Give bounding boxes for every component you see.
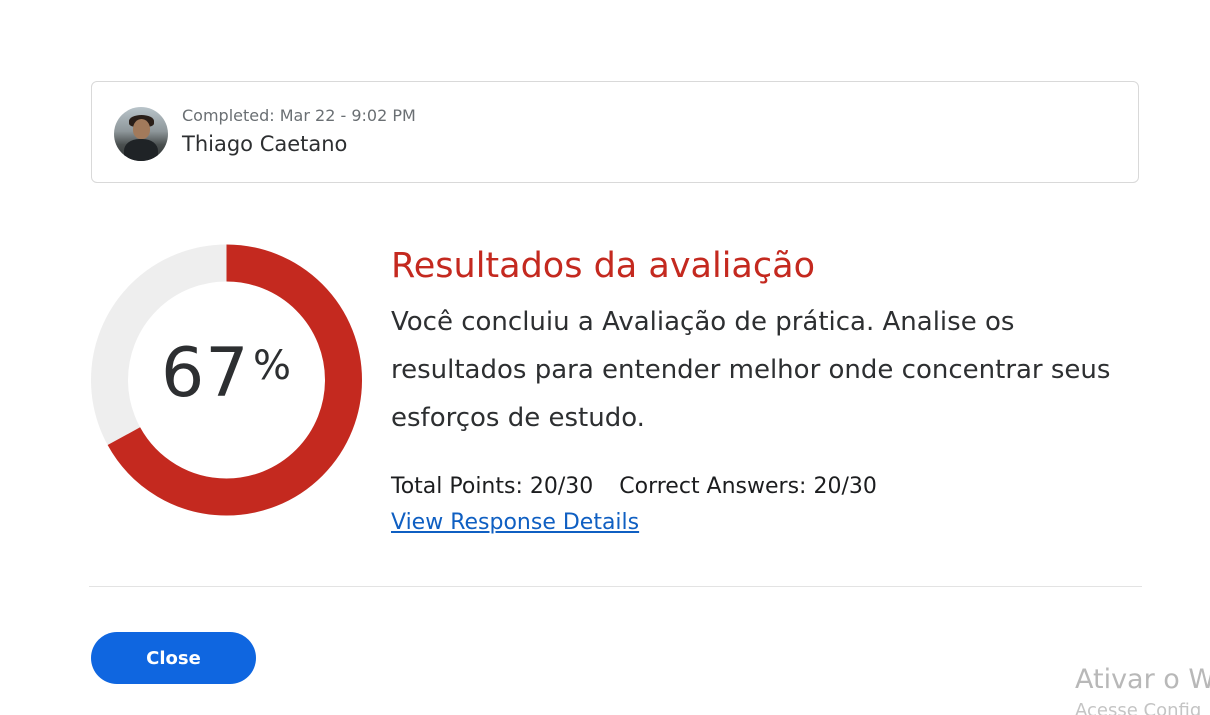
avatar-face	[133, 119, 150, 139]
avatar-body	[124, 139, 158, 161]
score-percent-sign: %	[253, 343, 292, 389]
completed-timestamp: Completed: Mar 22 - 9:02 PM	[182, 106, 416, 125]
total-points: Total Points: 20/30	[391, 474, 594, 499]
score-value: 67	[161, 334, 250, 413]
avatar	[114, 107, 168, 161]
completed-label: Completed:	[182, 106, 275, 125]
user-name: Thiago Caetano	[182, 132, 348, 156]
results-dialog: Completed: Mar 22 - 9:02 PM Thiago Caeta…	[0, 0, 1210, 715]
results-title: Resultados da avaliação	[391, 246, 815, 286]
completed-time: Mar 22 - 9:02 PM	[279, 106, 416, 125]
score-donut-chart: 67 %	[91, 244, 362, 516]
windows-activation-watermark-subtext: Acesse Config	[1075, 700, 1202, 715]
close-button[interactable]: Close	[91, 632, 256, 684]
windows-activation-watermark: Ativar o W	[1075, 664, 1210, 695]
view-response-details-link[interactable]: View Response Details	[391, 510, 639, 535]
correct-answers: Correct Answers: 20/30	[619, 474, 877, 499]
user-card: Completed: Mar 22 - 9:02 PM Thiago Caeta…	[91, 81, 1139, 183]
results-description: Você concluiu a Avaliação de prática. An…	[391, 307, 1111, 433]
divider	[89, 586, 1142, 587]
score-stats: Total Points: 20/30 Correct Answers: 20/3…	[391, 474, 877, 499]
